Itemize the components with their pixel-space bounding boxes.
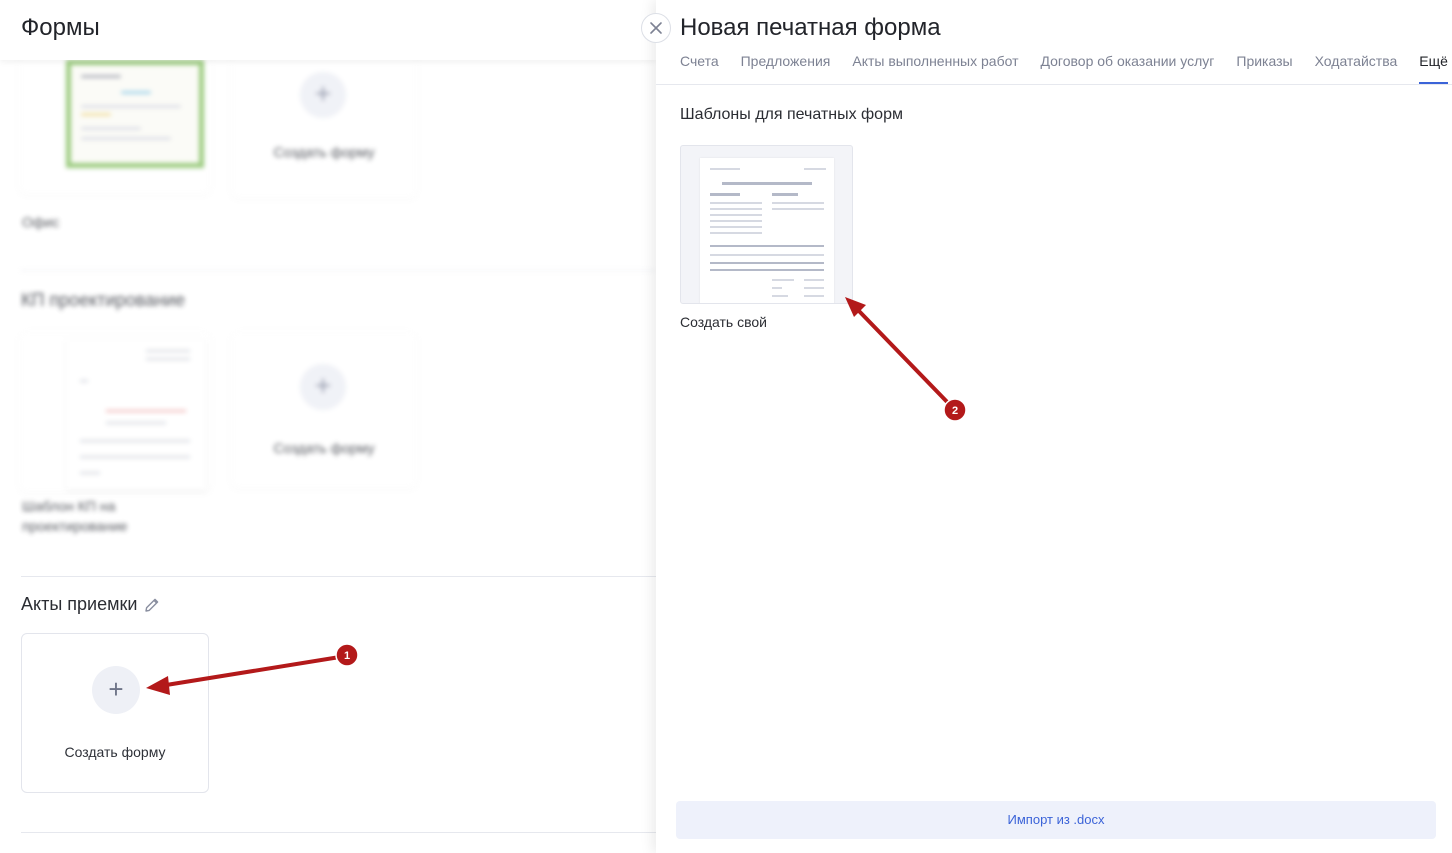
- tab-acts[interactable]: Акты выполненных работ: [852, 50, 1018, 84]
- plus-icon: +: [92, 666, 140, 714]
- document-icon: [700, 158, 834, 303]
- forms-page: Формы + Создать форму Офис КП проектиров…: [0, 0, 656, 853]
- create-form-card[interactable]: + Создать форму: [232, 54, 416, 198]
- create-form-label: Создать форму: [273, 144, 375, 160]
- tab-petitions[interactable]: Ходатайства: [1315, 50, 1398, 84]
- close-icon: [650, 22, 662, 34]
- create-form-card[interactable]: + Создать форму: [232, 332, 416, 488]
- divider: [21, 576, 656, 577]
- tab-more[interactable]: Ещё: [1419, 50, 1448, 84]
- section-title: Акты приемки: [21, 594, 161, 615]
- template-label: Создать свой: [680, 314, 767, 330]
- drawer-title: Новая печатная форма: [680, 14, 941, 41]
- divider: [21, 270, 656, 271]
- import-docx-button[interactable]: Импорт из .docx: [676, 801, 1436, 839]
- create-form-card[interactable]: + Создать форму: [21, 633, 209, 793]
- blurred-content: + Создать форму Офис КП проектирование +…: [0, 54, 656, 560]
- section-title-text: Акты приемки: [21, 594, 138, 614]
- plus-icon: +: [300, 364, 346, 410]
- form-thumbnail: [66, 340, 206, 490]
- create-form-label: Создать форму: [64, 744, 166, 760]
- page-title: Формы: [21, 14, 100, 41]
- tab-invoices[interactable]: Счета: [680, 50, 719, 84]
- form-thumbnail: [66, 60, 204, 168]
- template-card-create-own[interactable]: [680, 145, 853, 304]
- tabs-divider: [656, 84, 1452, 85]
- page-header: Формы: [0, 0, 656, 60]
- tabs: Счета Предложения Акты выполненных работ…: [680, 50, 1448, 84]
- close-drawer-button[interactable]: [641, 13, 671, 43]
- form-card-kp[interactable]: [20, 332, 210, 492]
- new-print-form-drawer: Новая печатная форма Счета Предложения А…: [656, 0, 1452, 853]
- templates-title: Шаблоны для печатных форм: [680, 106, 903, 123]
- pencil-icon[interactable]: [143, 596, 161, 614]
- tab-orders[interactable]: Приказы: [1236, 50, 1292, 84]
- plus-icon: +: [300, 72, 346, 118]
- create-form-label: Создать форму: [273, 440, 375, 456]
- form-card-office[interactable]: [20, 54, 210, 194]
- tab-service-contract[interactable]: Договор об оказании услуг: [1041, 50, 1215, 84]
- tab-proposals[interactable]: Предложения: [741, 50, 831, 84]
- form-name: Офис: [22, 214, 60, 230]
- section-heading: КП проектирование: [21, 290, 185, 310]
- form-name: проектирование: [22, 518, 128, 534]
- divider: [21, 832, 656, 833]
- form-name: Шаблон КП на: [22, 498, 116, 514]
